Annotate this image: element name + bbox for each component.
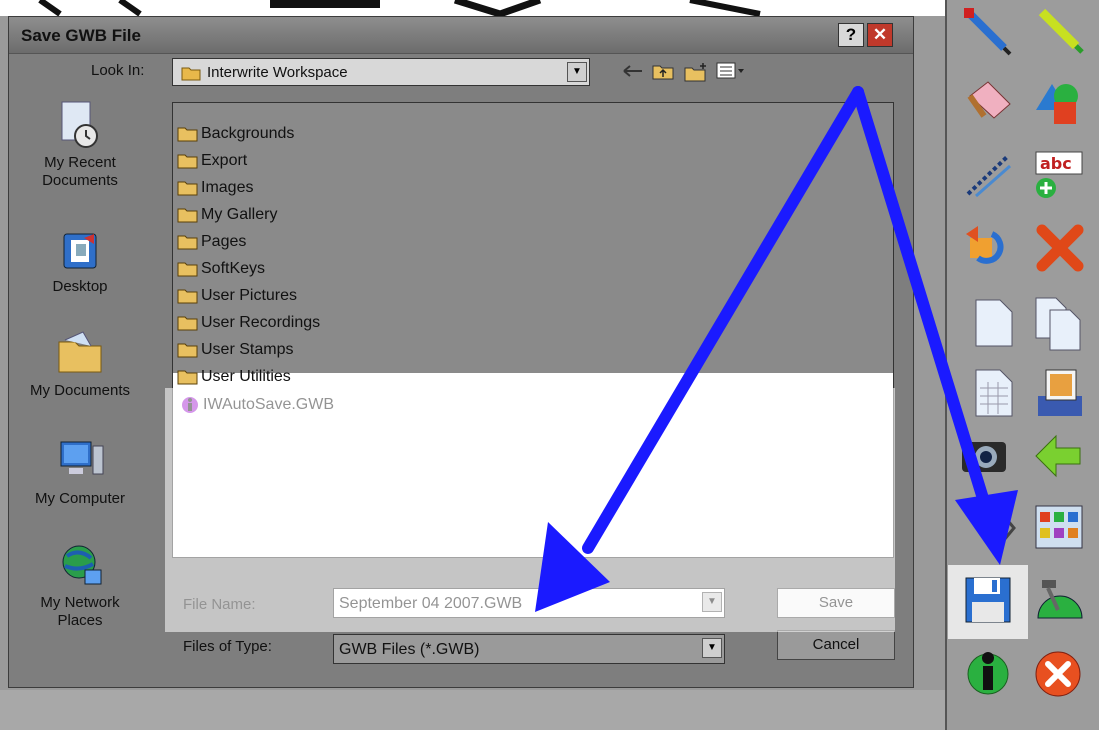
insert-image-icon[interactable] — [1032, 366, 1088, 422]
place-label: My Network Places — [40, 594, 120, 629]
new-page-icon[interactable] — [968, 296, 1024, 352]
list-item[interactable]: User Recordings — [177, 314, 320, 340]
line-tool-icon[interactable] — [962, 150, 1018, 206]
list-item[interactable]: User Utilities — [177, 368, 291, 394]
new-folder-icon[interactable] — [684, 62, 708, 82]
close-button[interactable]: ✕ — [867, 23, 893, 47]
svg-text:abc: abc — [1040, 154, 1072, 173]
folder-icon — [177, 127, 198, 142]
folder-icon — [177, 262, 198, 277]
folder-icon — [177, 208, 198, 223]
grid-page-icon[interactable] — [968, 366, 1024, 422]
folder-icon — [177, 370, 198, 385]
folder-icon — [177, 289, 198, 304]
shapes-icon[interactable] — [1032, 76, 1088, 132]
eraser-icon[interactable] — [962, 76, 1018, 132]
dialog-title: Save GWB File — [21, 26, 141, 45]
folder-icon — [177, 343, 198, 358]
list-item[interactable]: My Gallery — [177, 206, 277, 232]
place-my-documents[interactable]: My Documents — [0, 328, 160, 400]
file-name-value: September 04 2007.GWB — [339, 595, 523, 612]
list-item[interactable]: Backgrounds — [177, 125, 294, 151]
highlighter-icon[interactable] — [1032, 4, 1088, 60]
list-item[interactable]: User Stamps — [177, 341, 293, 367]
pen-icon[interactable] — [960, 4, 1016, 60]
cancel-button[interactable]: Cancel — [777, 630, 895, 660]
file-list[interactable]: Backgrounds Export Images My Gallery Pag… — [172, 102, 894, 558]
look-in-select[interactable]: Interwrite Workspace ▼ — [172, 58, 590, 86]
help-button[interactable]: ? — [838, 23, 864, 47]
place-recent-documents[interactable]: My Recent Documents — [0, 100, 160, 190]
file-type-select[interactable]: GWB Files (*.GWB) ▼ — [333, 634, 725, 664]
folder-icon — [177, 316, 198, 331]
place-network[interactable]: My Network Places — [0, 540, 160, 630]
exit-icon[interactable] — [1032, 646, 1088, 702]
undo-icon[interactable] — [962, 222, 1018, 278]
text-tool-icon[interactable]: abc — [1032, 150, 1088, 206]
place-label: My Documents — [29, 382, 131, 399]
place-label: My Computer — [34, 490, 126, 507]
camera-icon[interactable] — [960, 430, 1016, 486]
list-item[interactable]: Images — [177, 179, 253, 205]
gwb-file-icon — [182, 397, 198, 413]
view-menu-icon[interactable] — [716, 62, 746, 80]
gallery-icon[interactable] — [1032, 500, 1088, 556]
back-icon[interactable] — [622, 62, 644, 80]
place-label: Desktop — [52, 278, 108, 295]
chevron-down-icon[interactable]: ▼ — [702, 638, 722, 658]
copy-page-icon[interactable] — [1032, 296, 1088, 352]
list-item[interactable]: Pages — [177, 233, 246, 259]
place-desktop[interactable]: Desktop — [0, 230, 160, 296]
recent-documents-icon — [61, 101, 98, 148]
network-places-icon — [62, 545, 102, 585]
back-arrow-icon[interactable] — [1032, 430, 1088, 486]
list-item[interactable]: Export — [177, 152, 247, 178]
save-icon[interactable] — [962, 574, 1018, 630]
file-name-field[interactable]: September 04 2007.GWB ▼ — [333, 588, 725, 618]
folder-icon — [177, 235, 198, 250]
file-type-label: Files of Type: — [183, 638, 272, 655]
look-in-label: Look In: — [91, 62, 145, 79]
place-label: My Recent Documents — [42, 154, 118, 189]
tools-icon[interactable] — [1032, 574, 1088, 630]
background-canvas-bottom — [0, 690, 945, 730]
background-drawing — [38, 0, 761, 16]
list-item[interactable]: User Pictures — [177, 287, 297, 313]
dialog-titlebar[interactable]: Save GWB File ? ✕ — [9, 17, 913, 54]
folder-icon — [177, 181, 198, 196]
save-button[interactable]: Save — [777, 588, 895, 618]
file-type-value: GWB Files (*.GWB) — [339, 641, 480, 658]
my-documents-icon — [58, 331, 102, 373]
list-item[interactable]: IWAutoSave.GWB — [181, 396, 334, 422]
desktop-icon — [63, 233, 97, 269]
info-icon[interactable] — [962, 646, 1018, 702]
delete-icon[interactable] — [1032, 222, 1088, 278]
list-item[interactable]: SoftKeys — [177, 260, 265, 286]
folder-icon — [181, 67, 201, 81]
place-my-computer[interactable]: My Computer — [0, 436, 160, 508]
my-computer-icon — [60, 441, 104, 475]
folder-icon — [177, 154, 198, 169]
chevron-down-icon[interactable]: ▼ — [567, 62, 587, 82]
file-name-label: File Name: — [183, 596, 256, 613]
up-folder-icon[interactable] — [652, 62, 674, 80]
look-in-value: Interwrite Workspace — [207, 64, 348, 81]
chevron-down-icon[interactable]: ▼ — [702, 592, 722, 612]
